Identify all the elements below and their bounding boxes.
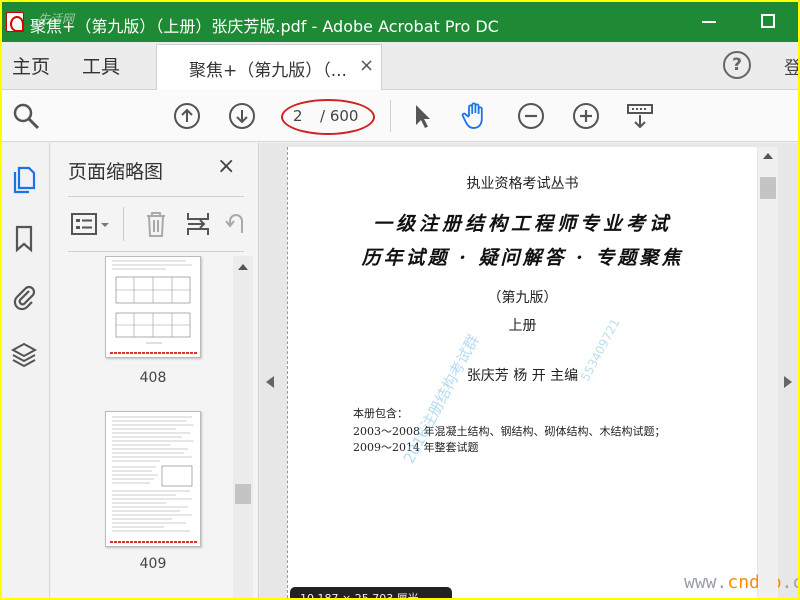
book-edition: （第九版） [487,290,558,306]
help-icon[interactable]: ? [723,51,751,79]
thumbnail-page-408[interactable] [105,256,201,358]
search-icon[interactable] [11,101,41,131]
menu-tools[interactable]: 工具 [82,52,120,79]
acrobat-app-icon [6,12,24,32]
thumbnail-list: 408 409 [51,256,233,598]
toolbar: 2 / 600 [2,90,798,142]
contents-line-1: 2003～2008 年混凝土结构、钢结构、砌体结构、木结构试题； [353,425,666,438]
menu-home[interactable]: 主页 [12,52,50,79]
document-area: 执业资格考试丛书 一级注册结构工程师专业考试 历年试题 · 疑问解答 · 专题聚… [260,143,798,598]
book-authors: 张庆芳 杨 开 主编 [466,368,579,384]
panel-title: 页面缩略图 [68,161,164,183]
bookmark-icon[interactable] [10,223,38,253]
next-page-icon[interactable] [227,101,257,131]
book-volume: 上册 [508,318,537,334]
thumbnail-label-408: 408 [139,370,167,386]
book-title-line1: 一级注册结构工程师专业考试 [372,213,672,235]
select-arrow-icon[interactable] [407,101,437,131]
acrobat-window: 生活网 聚焦+（第九版）（上册）张庆芳版.pdf - Adobe Acrobat… [2,2,798,598]
thumbnail-page-408-image [110,260,198,354]
document-tab-label: 聚焦+（第九版）（... [189,61,347,81]
layers-icon[interactable] [10,339,38,369]
panel-scrollbar[interactable] [233,256,253,598]
book-series: 执业资格考试丛书 [466,176,579,192]
window-title: 聚焦+（第九版）（上册）张庆芳版.pdf - Adobe Acrobat Pro… [30,17,499,36]
menu-bar: 主页 工具 聚焦+（第九版）（... × ? 登 [2,42,798,90]
page-size-tooltip: 10.187 × 25.703 厘米 [290,587,452,598]
site-watermark: www.cndao.com [684,572,798,593]
document-scrollbar[interactable] [758,147,778,598]
thumbnail-panel: 页面缩略图 × 408 409 [51,143,259,598]
thumbnail-label-409: 409 [139,556,167,572]
toolbar-separator [390,100,391,132]
insert-page-icon[interactable] [184,209,212,239]
delete-page-icon[interactable] [142,209,170,239]
previous-page-icon[interactable] [172,101,202,131]
tab-close-icon[interactable]: × [359,55,374,76]
title-bar: 生活网 聚焦+（第九版）（上册）张庆芳版.pdf - Adobe Acrobat… [2,2,798,42]
thumbnail-page-409[interactable] [105,411,201,547]
maximize-icon[interactable] [761,14,775,28]
pdf-page: 执业资格考试丛书 一级注册结构工程师专业考试 历年试题 · 疑问解答 · 专题聚… [287,147,798,598]
thumbnail-page-409-image [110,416,198,543]
panel-tools [68,196,244,252]
expand-right-panel-icon[interactable] [784,376,792,388]
panel-scroll-up-icon[interactable] [238,264,248,270]
red-annotation-ellipse [281,99,375,135]
attachment-icon[interactable] [10,281,38,311]
zoom-out-icon[interactable] [516,101,546,131]
tool-separator [123,207,124,241]
zoom-in-icon[interactable] [571,101,601,131]
navigation-rail [2,143,50,598]
thumbnail-options-icon[interactable] [70,210,114,240]
document-tab[interactable]: 聚焦+（第九版）（... × [156,44,382,90]
page-display-icon[interactable] [625,101,655,131]
book-title-line2: 历年试题 · 疑问解答 · 专题聚焦 [361,247,684,269]
document-scroll-thumb[interactable] [760,177,776,199]
contents-heading: 本册包含： [353,407,408,420]
login-button[interactable]: 登 [784,54,798,80]
site-watermark-suffix: .com [781,572,798,593]
panel-scroll-thumb[interactable] [235,484,251,504]
page-thumbnails-icon[interactable] [10,165,38,195]
rotate-page-icon[interactable] [224,209,246,239]
hand-tool-icon[interactable] [460,101,490,131]
minimize-icon[interactable] [702,21,716,23]
panel-close-icon[interactable]: × [217,154,235,179]
site-watermark-prefix: www. [684,572,728,593]
collapse-left-panel-icon[interactable] [266,376,274,388]
document-scroll-up-icon[interactable] [763,153,773,159]
